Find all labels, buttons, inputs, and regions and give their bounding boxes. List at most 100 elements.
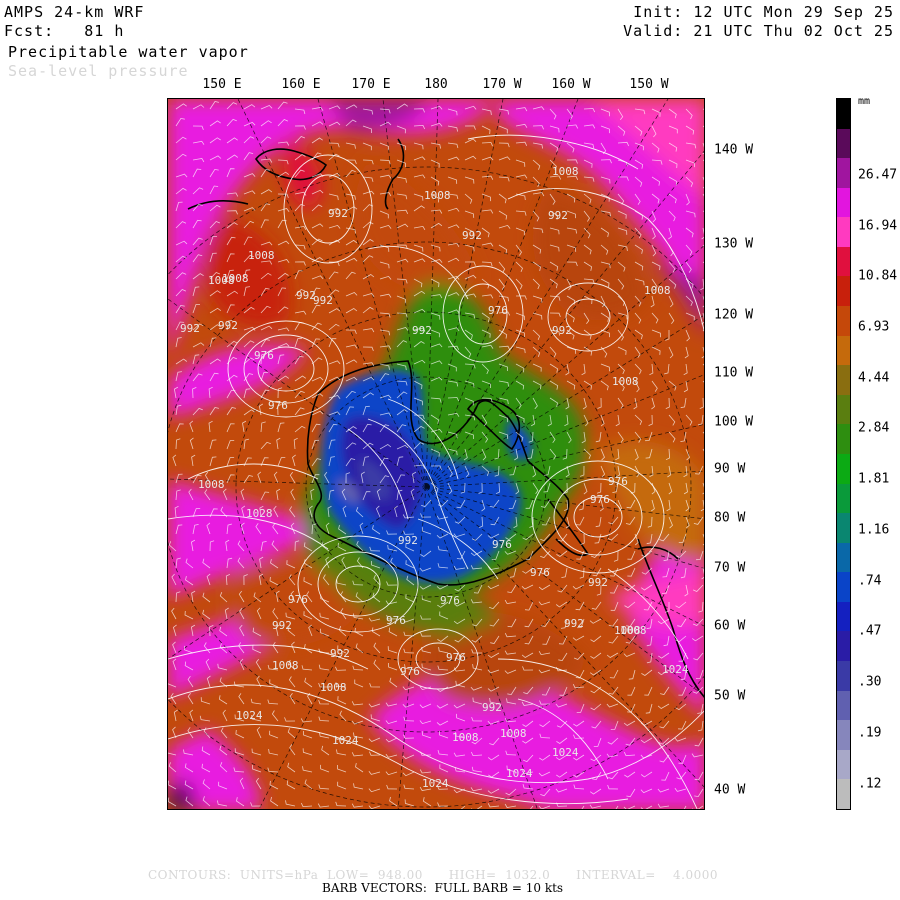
pressure-label: 1008 bbox=[222, 272, 249, 285]
lon-label: 80 W bbox=[714, 510, 746, 526]
colorbar bbox=[836, 98, 851, 810]
pressure-label: 976 bbox=[608, 475, 628, 488]
colorbar-swatch bbox=[837, 453, 850, 484]
model-title: AMPS 24-km WRF bbox=[4, 3, 145, 21]
pressure-label: 992 bbox=[548, 209, 568, 222]
pressure-label: 1028 bbox=[246, 507, 273, 520]
colorbar-label: .19 bbox=[858, 725, 882, 741]
colorbar-swatch bbox=[837, 158, 850, 188]
pressure-label: 1008 bbox=[620, 624, 647, 637]
lon-label: 60 W bbox=[714, 618, 746, 634]
pressure-label: 1024 bbox=[422, 777, 449, 790]
colorbar-label: 16.94 bbox=[858, 218, 898, 234]
lon-label: 50 W bbox=[714, 688, 746, 704]
lon-label: 100 W bbox=[714, 414, 754, 430]
colorbar-label: 2.84 bbox=[858, 420, 890, 436]
map-panel: 1008 1008 992 992 992 1008 1008 992 992 … bbox=[167, 98, 705, 810]
lon-label: 70 W bbox=[714, 560, 746, 576]
colorbar-swatch bbox=[837, 246, 850, 277]
pressure-label: 976 bbox=[530, 566, 550, 579]
pressure-label: 1008 bbox=[500, 727, 527, 740]
pressure-label: 976 bbox=[492, 538, 512, 551]
colorbar-swatch bbox=[837, 483, 850, 514]
lon-label: 90 W bbox=[714, 461, 746, 477]
lon-label: 160 E bbox=[281, 77, 321, 92]
pressure-label: 992 bbox=[328, 207, 348, 220]
colorbar-swatch bbox=[837, 217, 850, 247]
colorbar-swatch bbox=[837, 660, 850, 691]
colorbar-label: 1.16 bbox=[858, 522, 890, 538]
colorbar-swatch bbox=[837, 749, 850, 780]
lon-label: 170 E bbox=[351, 77, 391, 92]
colorbar-swatch bbox=[837, 187, 850, 218]
pressure-label: 1024 bbox=[552, 746, 579, 759]
barb-info: BARB VECTORS: FULL BARB = 10 kts bbox=[322, 881, 564, 895]
pressure-label: 976 bbox=[288, 593, 308, 606]
colorbar-label: .74 bbox=[858, 573, 882, 589]
colorbar-label: 1.81 bbox=[858, 471, 890, 487]
pressure-label: 1008 bbox=[552, 165, 579, 178]
pressure-label: 1008 bbox=[248, 249, 275, 262]
pressure-label: 1008 bbox=[320, 681, 347, 694]
colorbar-swatch bbox=[837, 335, 850, 366]
pressure-label: 992 bbox=[564, 617, 584, 630]
pressure-label: 1024 bbox=[236, 709, 263, 722]
pressure-label: 976 bbox=[268, 399, 288, 412]
pressure-label: 992 bbox=[330, 647, 350, 660]
colorbar-swatch bbox=[837, 601, 850, 632]
colorbar-label: 26.47 bbox=[858, 167, 898, 183]
pressure-label: 1024 bbox=[332, 734, 359, 747]
lon-label: 110 W bbox=[714, 365, 754, 381]
colorbar-label: .30 bbox=[858, 674, 882, 690]
colorbar-unit: mm bbox=[858, 96, 871, 107]
contour-info: CONTOURS: UNITS=hPa LOW= 948.00 HIGH= 10… bbox=[148, 868, 718, 882]
pressure-label: 1008 bbox=[452, 731, 479, 744]
colorbar-swatch bbox=[837, 128, 850, 159]
colorbar-swatch bbox=[837, 424, 850, 454]
colorbar-label: .47 bbox=[858, 623, 882, 639]
pressure-label: 1024 bbox=[662, 663, 689, 676]
pressure-label: 992 bbox=[588, 576, 608, 589]
pressure-label: 992 bbox=[412, 324, 432, 337]
lon-label: 160 W bbox=[551, 77, 591, 92]
colorbar-swatch bbox=[837, 394, 850, 425]
pressure-label: 1008 bbox=[272, 659, 299, 672]
pressure-label: 976 bbox=[590, 493, 610, 506]
colorbar-label: .12 bbox=[858, 776, 882, 792]
pressure-label: 976 bbox=[446, 651, 466, 664]
pressure-label: 992 bbox=[313, 294, 333, 307]
init-time: Init: 12 UTC Mon 29 Sep 25 bbox=[633, 3, 894, 21]
map-svg: 1008 1008 992 992 992 1008 1008 992 992 … bbox=[168, 99, 704, 809]
colorbar-label: 6.93 bbox=[858, 319, 890, 335]
lon-label: 150 E bbox=[202, 77, 242, 92]
lon-label: 40 W bbox=[714, 782, 746, 798]
pressure-label: 1024 bbox=[506, 767, 533, 780]
pressure-label: 1008 bbox=[612, 375, 639, 388]
valid-time: Valid: 21 UTC Thu 02 Oct 25 bbox=[623, 22, 894, 40]
colorbar-swatch bbox=[837, 513, 850, 543]
colorbar-swatch bbox=[837, 306, 850, 336]
lon-label: 120 W bbox=[714, 307, 754, 323]
forecast-hour: Fcst: 81 h bbox=[4, 22, 125, 40]
pressure-label: 976 bbox=[488, 304, 508, 317]
lon-label: 180 bbox=[424, 77, 448, 92]
overlay-name: Sea-level pressure bbox=[8, 62, 189, 80]
pressure-label: 992 bbox=[482, 701, 502, 714]
colorbar-swatch bbox=[837, 572, 850, 602]
pressure-label: 992 bbox=[552, 324, 572, 337]
colorbar-swatch bbox=[837, 276, 850, 307]
colorbar-swatch bbox=[837, 365, 850, 395]
pressure-label: 1008 bbox=[198, 478, 225, 491]
pressure-label: 992 bbox=[218, 319, 238, 332]
pressure-label: 1008 bbox=[644, 284, 671, 297]
lon-label: 130 W bbox=[714, 236, 754, 252]
pressure-label: 992 bbox=[272, 619, 292, 632]
pressure-label: 976 bbox=[400, 665, 420, 678]
lon-label: 140 W bbox=[714, 142, 754, 158]
pressure-label: 992 bbox=[398, 534, 418, 547]
colorbar-label: 10.84 bbox=[858, 268, 898, 284]
colorbar-swatch bbox=[837, 690, 850, 721]
colorbar-swatch bbox=[837, 99, 850, 129]
pressure-label: 976 bbox=[440, 594, 460, 607]
colorbar-swatch bbox=[837, 542, 850, 573]
